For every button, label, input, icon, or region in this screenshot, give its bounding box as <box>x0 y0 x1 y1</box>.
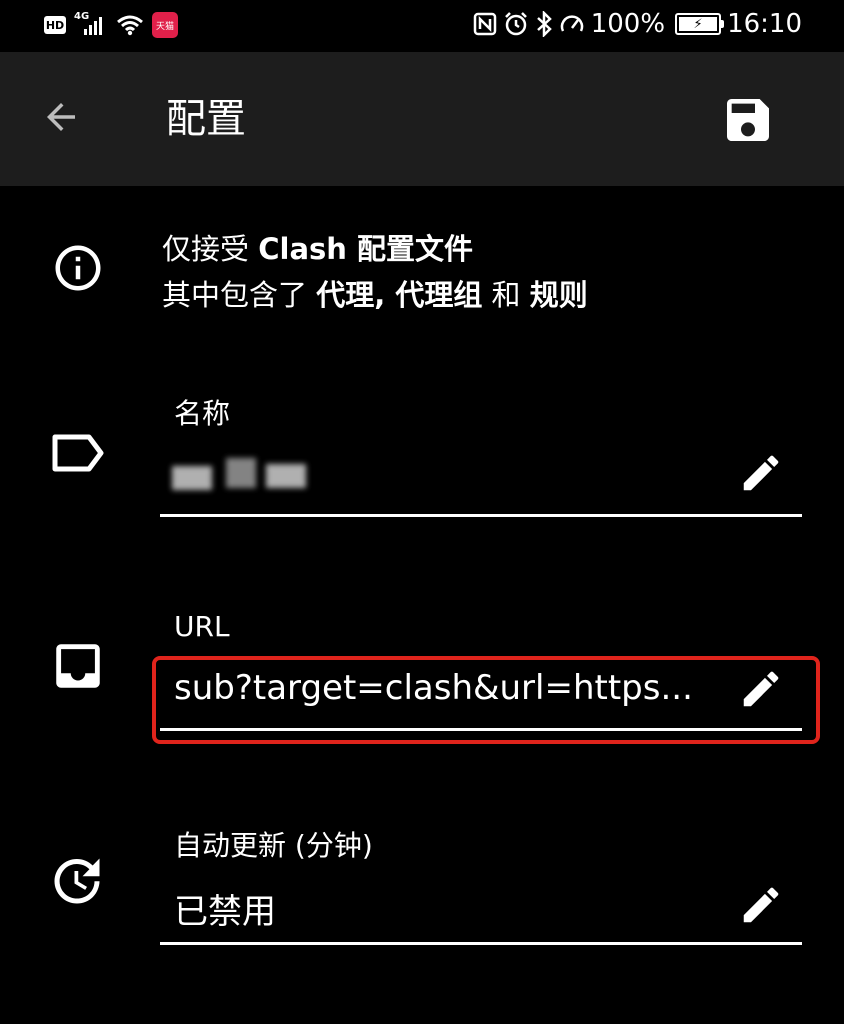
update-icon <box>46 850 108 912</box>
info-line-2: 其中包含了 代理, 代理组 和 规则 <box>162 278 588 312</box>
url-edit-button[interactable] <box>736 664 786 714</box>
info-text: 仅接受 Clash 配置文件 其中包含了 代理, 代理组 和 规则 <box>162 226 588 318</box>
auto-update-edit-button[interactable] <box>736 880 786 930</box>
url-value[interactable]: sub?target=clash&url=https... <box>174 668 730 708</box>
info-line-1: 仅接受 Clash 配置文件 <box>162 232 474 266</box>
tmall-notification-icon: 天猫 <box>152 12 178 38</box>
pencil-icon <box>743 455 779 491</box>
save-button[interactable] <box>720 92 776 148</box>
hd-badge: HD <box>44 16 66 34</box>
auto-update-label: 自动更新 (分钟) <box>174 829 373 862</box>
name-underline <box>160 514 802 517</box>
name-redacted <box>170 456 320 496</box>
arrow-back-icon <box>47 103 75 131</box>
battery-percent: 100% <box>590 9 666 39</box>
status-right: 100% ⚡ 16:10 <box>473 8 802 40</box>
nfc-icon <box>473 12 496 36</box>
pencil-icon <box>743 671 779 707</box>
battery-charging-icon: ⚡ <box>675 13 725 35</box>
name-label: 名称 <box>174 397 231 430</box>
inbox-icon <box>48 636 108 696</box>
alarm-icon <box>504 12 527 36</box>
app-bar: 配置 <box>0 52 844 186</box>
auto-update-value[interactable]: 已禁用 <box>174 884 276 933</box>
back-button[interactable] <box>36 92 86 142</box>
clock: 16:10 <box>727 9 802 39</box>
bluetooth-icon <box>536 11 552 37</box>
status-left: HD 4G 天猫 <box>44 10 178 40</box>
auto-update-underline <box>160 942 802 945</box>
wifi-icon <box>117 15 143 36</box>
pencil-icon <box>743 887 779 923</box>
url-underline <box>160 728 802 731</box>
save-icon <box>727 99 769 141</box>
status-bar: HD 4G 天猫 100% ⚡ 16:10 <box>0 0 844 52</box>
cell-signal-icon: 4G <box>74 11 108 37</box>
name-edit-button[interactable] <box>736 448 786 498</box>
page-title: 配置 <box>166 96 246 142</box>
info-icon <box>50 240 106 296</box>
speed-icon <box>560 15 583 32</box>
url-label: URL <box>174 610 230 643</box>
label-icon <box>48 428 108 478</box>
